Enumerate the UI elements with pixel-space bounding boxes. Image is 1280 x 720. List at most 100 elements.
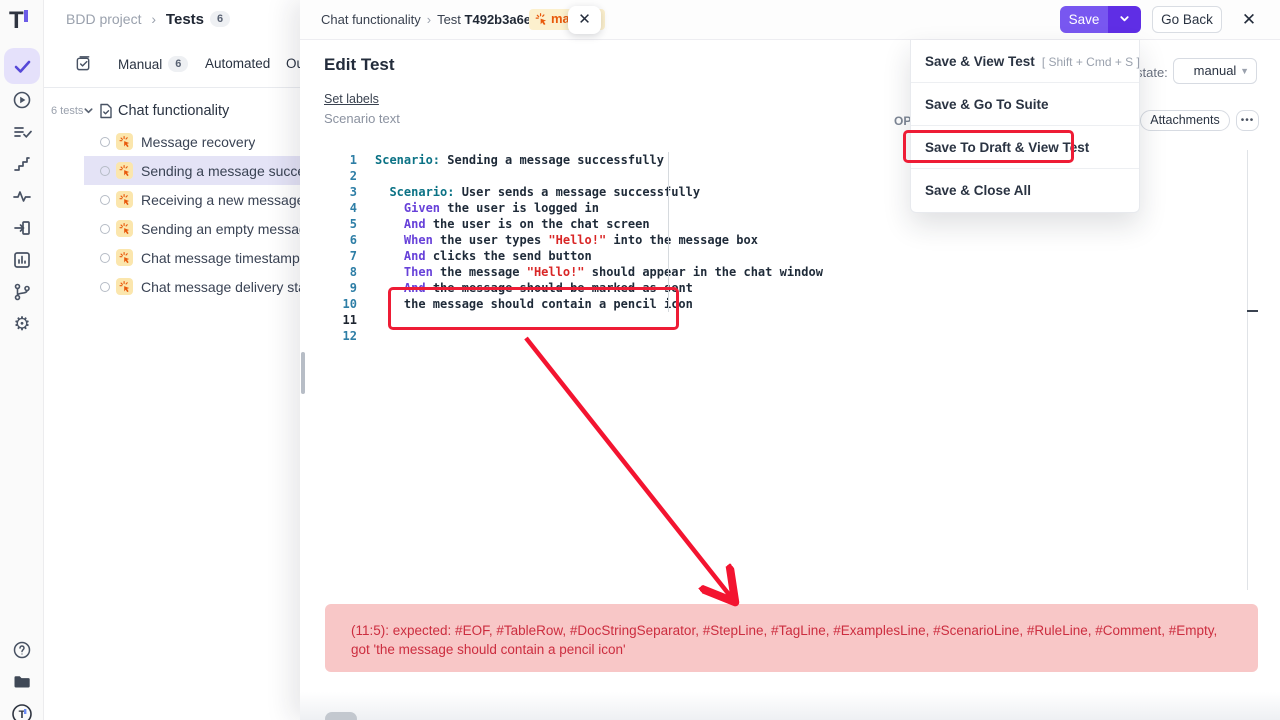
test-status-circle-icon (100, 224, 110, 234)
page-title: Edit Test (324, 55, 395, 75)
avatar: T (11, 703, 33, 720)
manual-cursor-icon (116, 191, 133, 208)
manual-cursor-icon (116, 133, 133, 150)
gear-icon: ⚙ (13, 313, 30, 336)
play-circle-icon (12, 90, 32, 110)
test-item-label: Sending a message succes (141, 163, 300, 179)
menu-shortcut: [ Shift + Cmd + S ] (1042, 55, 1140, 69)
line-number: 7 (324, 248, 357, 264)
pulse-icon (12, 186, 32, 206)
line-number: 2 (324, 168, 357, 184)
account-button[interactable]: T (4, 696, 40, 720)
sidebar-item-plans[interactable] (4, 114, 40, 150)
chevron-down-icon[interactable] (83, 104, 94, 120)
suite-label[interactable]: Chat functionality (118, 103, 229, 119)
attachments-button[interactable]: Attachments (1140, 110, 1230, 131)
test-status-circle-icon (100, 166, 110, 176)
save-button[interactable]: Save (1060, 6, 1108, 33)
menu-item-save-go-to-suite[interactable]: Save & Go To Suite (911, 83, 1139, 126)
modal-breadcrumb-test-prefix: Test (437, 12, 461, 27)
save-dropdown-button[interactable] (1108, 6, 1141, 33)
test-item-label: Sending an empty message (141, 221, 300, 237)
close-icon: ✕ (578, 11, 591, 28)
tab-automated[interactable]: Automated (205, 56, 270, 71)
line-number: 4 (324, 200, 357, 216)
edit-test-modal: Chat functionality›Test T492b3a6e manual… (300, 0, 1280, 720)
code-line[interactable]: 10 the message should contain a pencil i… (324, 296, 1254, 312)
modal-breadcrumb-suite[interactable]: Chat functionality (321, 12, 421, 27)
test-tree-item[interactable]: Message recovery (84, 127, 300, 156)
go-back-button[interactable]: Go Back (1152, 6, 1222, 33)
sidebar-item-runs[interactable] (4, 82, 40, 118)
line-number: 5 (324, 216, 357, 232)
test-id: T492b3a6e (465, 12, 532, 27)
app-root: T ⚙ (0, 0, 1280, 720)
sidebar-item-branches[interactable] (4, 274, 40, 310)
code-line[interactable]: 7 And clicks the send button (324, 248, 1254, 264)
test-item-label: Receiving a new message (141, 192, 300, 208)
code-text: When the user types "Hello!" into the me… (375, 232, 758, 248)
code-line[interactable]: 12 (324, 328, 1254, 344)
close-icon[interactable]: ✕ (1238, 9, 1260, 31)
menu-item-save-close-all[interactable]: Save & Close All (911, 169, 1139, 212)
line-number: 10 (324, 296, 357, 312)
sidebar-item-reports[interactable] (4, 242, 40, 278)
breadcrumb-project[interactable]: BDD project (66, 11, 141, 27)
tab-manual[interactable]: Manual6 (118, 56, 188, 72)
menu-item-save-to-draft-view-test[interactable]: Save To Draft & View Test (911, 126, 1139, 169)
sidebar-item-settings[interactable]: ⚙ (4, 306, 40, 342)
divider-resize-handle[interactable] (1247, 310, 1258, 312)
test-tree-item[interactable]: Receiving a new message (84, 185, 300, 214)
code-line[interactable]: 9 And the message should be marked as se… (324, 280, 1254, 296)
sidebar-item-analytics[interactable] (4, 178, 40, 214)
panel-close-button[interactable]: ✕ (568, 6, 601, 34)
set-labels-link[interactable]: Set labels (324, 92, 379, 106)
help-button[interactable] (4, 632, 40, 668)
test-item-label: Chat message timestamps (141, 250, 300, 266)
line-number: 12 (324, 328, 357, 344)
code-text: Then the message "Hello!" should appear … (375, 264, 823, 280)
suite-row-chat-functionality[interactable]: Chat functionality 6 tests (44, 102, 300, 126)
code-line[interactable]: 6 When the user types "Hello!" into the … (324, 232, 1254, 248)
line-number: 8 (324, 264, 357, 280)
app-logo[interactable]: T (9, 7, 35, 33)
test-tree-item[interactable]: Chat message timestamps (84, 243, 300, 272)
manual-cursor-icon (116, 162, 133, 179)
test-status-circle-icon (100, 253, 110, 263)
code-text: the message should contain a pencil icon (375, 296, 693, 312)
logo-accent-bar (24, 10, 28, 22)
list-check-icon (12, 122, 32, 142)
test-tree-item[interactable]: Sending a message succes (84, 156, 300, 185)
more-options-button[interactable]: ••• (1236, 110, 1259, 131)
panel-drag-handle[interactable] (301, 352, 305, 394)
breadcrumb: BDD project › Tests6 (66, 11, 230, 28)
editor-indent-guide (668, 152, 669, 312)
code-line[interactable]: 8 Then the message "Hello!" should appea… (324, 264, 1254, 280)
test-status-circle-icon (100, 195, 110, 205)
projects-button[interactable] (4, 664, 40, 700)
suite-meta: 6 tests (51, 105, 83, 117)
breadcrumb-current[interactable]: Tests (166, 11, 204, 28)
modal-header: Chat functionality›Test T492b3a6e manual… (300, 0, 1280, 40)
state-select[interactable]: manual ▼ (1173, 58, 1257, 84)
editor-right-divider (1247, 150, 1248, 590)
code-text: And the message should be marked as sent (375, 280, 693, 296)
error-line-1: (11:5): expected: #EOF, #TableRow, #DocS… (351, 621, 1238, 640)
scroll-peek-button[interactable] (325, 712, 357, 720)
chevron-down-icon (1119, 15, 1130, 27)
breadcrumb-separator: › (145, 11, 162, 27)
test-item-label: Chat message delivery stat (141, 279, 300, 295)
manual-cursor-icon (116, 220, 133, 237)
sidebar-item-import[interactable] (4, 210, 40, 246)
select-caret-icon: ▼ (1240, 59, 1249, 83)
sidebar-item-tests[interactable] (4, 48, 40, 84)
manual-cursor-icon (116, 249, 133, 266)
code-line[interactable]: 5 And the user is on the chat screen (324, 216, 1254, 232)
line-number: 11 (324, 312, 357, 328)
test-tree-item[interactable]: Chat message delivery stat (84, 272, 300, 301)
test-tree-item[interactable]: Sending an empty message (84, 214, 300, 243)
code-line[interactable]: 11 (324, 312, 1254, 328)
sidebar-item-steps[interactable] (4, 146, 40, 182)
state-label: state: (1136, 65, 1168, 80)
menu-item-save-view-test[interactable]: Save & View Test[ Shift + Cmd + S ] (911, 40, 1139, 83)
